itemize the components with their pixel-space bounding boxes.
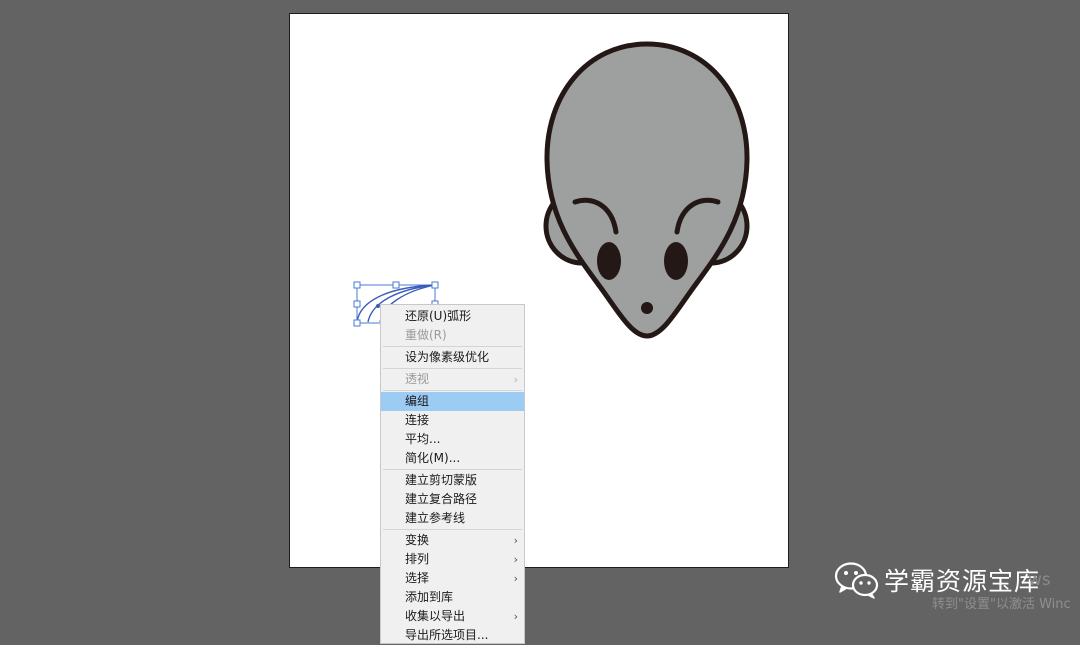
menu-item[interactable]: 变换 ›: [381, 531, 524, 550]
chevron-right-icon: ›: [513, 553, 518, 566]
wechat-icon: [834, 562, 879, 599]
mouse-illustration[interactable]: [543, 41, 750, 339]
chevron-right-icon: ›: [513, 572, 518, 585]
menu-item[interactable]: 简化(M)...: [381, 449, 524, 468]
menu-item[interactable]: 平均...: [381, 430, 524, 449]
menu-item: 透视 ›: [381, 370, 524, 389]
menu-item-label: 平均...: [405, 432, 441, 446]
mouse-right-eye: [664, 242, 688, 280]
menu-item[interactable]: 建立参考线: [381, 509, 524, 528]
menu-item[interactable]: 排列 ›: [381, 550, 524, 569]
menu-item-label: 连接: [405, 413, 430, 427]
windows-activation-suffix: ws: [1028, 570, 1051, 590]
menu-separator: [383, 368, 522, 369]
menu-item-label: 变换: [405, 533, 430, 547]
menu-item-label: 导出所选项目...: [405, 628, 489, 642]
menu-item-label: 还原(U)弧形: [405, 309, 472, 323]
menu-item[interactable]: 收集以导出 ›: [381, 607, 524, 626]
chevron-right-icon: ›: [513, 373, 518, 386]
menu-item-label: 建立复合路径: [405, 492, 478, 506]
menu-item-label: 收集以导出: [405, 609, 466, 623]
menu-item[interactable]: 建立剪切蒙版: [381, 471, 524, 490]
menu-separator: [383, 529, 522, 530]
canvas-artwork: [353, 41, 750, 339]
menu-item-label: 添加到库: [405, 590, 454, 604]
menu-item-label: 编组: [405, 394, 430, 408]
context-menu: 还原(U)弧形 重做(R) 设为像素级优化 透视 › 编组连接平均... 简化(M)... 建…: [380, 304, 525, 644]
menu-separator: [383, 469, 522, 470]
menu-item-label: 建立参考线: [405, 511, 466, 525]
menu-item-label: 选择: [405, 571, 430, 585]
menu-item: 重做(R): [381, 326, 524, 345]
menu-item[interactable]: 建立复合路径: [381, 490, 524, 509]
menu-item[interactable]: 编组: [381, 392, 524, 411]
menu-item-label: 重做(R): [405, 328, 447, 342]
menu-item-label: 设为像素级优化: [405, 350, 490, 364]
windows-activation-text: 转到"设置"以激活 Winc: [932, 597, 1071, 612]
mouse-nose: [641, 302, 653, 314]
chevron-right-icon: ›: [513, 610, 518, 623]
menu-item[interactable]: 连接: [381, 411, 524, 430]
menu-item-label: 透视: [405, 372, 430, 386]
menu-separator: [383, 390, 522, 391]
menu-item[interactable]: 添加到库: [381, 588, 524, 607]
menu-item-label: 简化(M)...: [405, 451, 461, 465]
menu-item[interactable]: 选择 ›: [381, 569, 524, 588]
mouse-head: [544, 41, 750, 339]
menu-item-label: 建立剪切蒙版: [405, 473, 478, 487]
chevron-right-icon: ›: [513, 534, 518, 547]
menu-item[interactable]: 设为像素级优化: [381, 348, 524, 367]
menu-separator: [383, 346, 522, 347]
menu-item[interactable]: 还原(U)弧形: [381, 307, 524, 326]
menu-item-label: 排列: [405, 552, 430, 566]
mouse-left-eye: [597, 242, 621, 280]
